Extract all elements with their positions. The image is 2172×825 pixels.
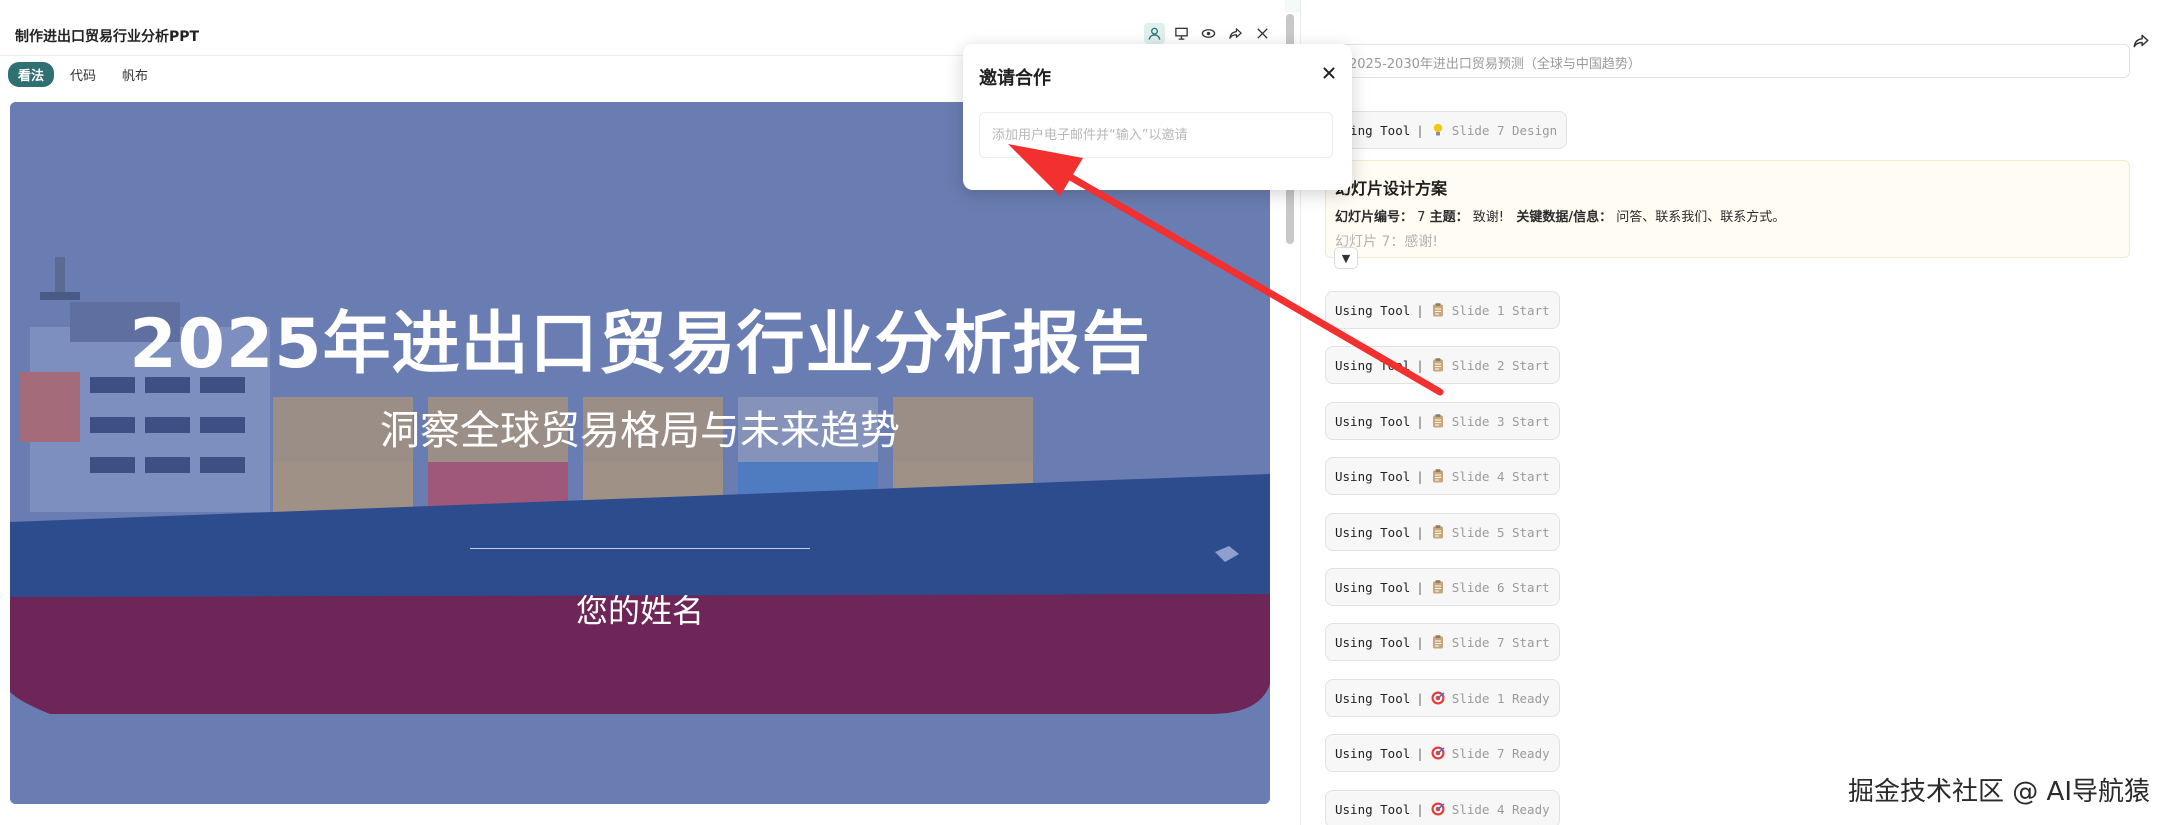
clipboard-icon xyxy=(1432,358,1443,372)
chip-using-label: Using Tool xyxy=(1335,745,1411,761)
chat-panel: 2025-2030年进出口贸易预测（全球与中国趋势） Using Tool | … xyxy=(1301,0,2172,825)
collaborator-icon[interactable] xyxy=(1144,23,1165,44)
clipboard-icon xyxy=(1432,525,1443,539)
clipboard-icon xyxy=(1432,469,1443,483)
tool-call-chip[interactable]: Using Tool | Slide 7 Design xyxy=(1325,111,1568,149)
header-toolbar xyxy=(1144,23,1273,44)
slide-design-card: 幻灯片设计方案 幻灯片编号： 7 主题： 致谢! 关键数据/信息： 问答、联系我… xyxy=(1325,160,2130,269)
chip-separator: | xyxy=(1416,413,1424,429)
tool-call-chip[interactable]: Using Tool | Slide 4 Ready xyxy=(1325,790,1560,825)
chip-using-label: Using Tool xyxy=(1335,801,1411,817)
tool-call-chip[interactable]: Using Tool | Slide 5 Start xyxy=(1325,513,1560,551)
chip-label: Slide 6 Start xyxy=(1451,579,1550,595)
topic-value: 致谢! xyxy=(1472,210,1504,225)
chip-label: Slide 3 Start xyxy=(1451,413,1550,429)
chip-label: Slide 4 Start xyxy=(1451,468,1550,484)
chip-separator: | xyxy=(1416,357,1424,373)
chip-separator: | xyxy=(1416,468,1424,484)
tool-call-chip[interactable]: Using Tool | Slide 1 Ready xyxy=(1325,679,1560,717)
tab-code[interactable]: 代码 xyxy=(60,62,106,87)
slide-number-key: 幻灯片编号： xyxy=(1335,210,1414,225)
chip-separator: | xyxy=(1416,579,1424,595)
close-icon[interactable] xyxy=(1252,23,1273,44)
design-card-details: 幻灯片编号： 7 主题： 致谢! 关键数据/信息： 问答、联系我们、联系方式。 xyxy=(1335,206,1785,225)
target-icon xyxy=(1431,746,1445,760)
chip-label: Slide 5 Start xyxy=(1451,524,1550,540)
tab-canvas[interactable]: 帆布 xyxy=(112,62,158,87)
invite-dialog-title: 邀请合作 xyxy=(979,68,1051,89)
expand-button[interactable]: ▼ xyxy=(1334,247,1358,269)
clipboard-icon xyxy=(1432,414,1443,428)
chip-using-label: Using Tool xyxy=(1335,302,1411,318)
chip-separator: | xyxy=(1416,122,1424,138)
slide-preview: 2025年进出口贸易行业分析报告 洞察全球贸易格局与未来趋势 您的姓名 xyxy=(10,102,1270,804)
chip-separator: | xyxy=(1416,524,1424,540)
invite-email-input[interactable] xyxy=(979,112,1333,158)
watermark: 掘金技术社区 @ AI导航猿 xyxy=(1848,777,2150,807)
chip-using-label: Using Tool xyxy=(1335,413,1411,429)
target-icon xyxy=(1431,691,1445,705)
document-title: 制作进出口贸易行业分析PPT xyxy=(15,29,200,45)
tool-call-chip[interactable]: Using Tool | Slide 7 Start xyxy=(1325,623,1560,661)
chip-label: Slide 4 Ready xyxy=(1451,801,1550,817)
tool-call-chip[interactable]: Using Tool | Slide 2 Start xyxy=(1325,346,1560,384)
slide-author: 您的姓名 xyxy=(575,592,704,630)
chip-label: Slide 1 Start xyxy=(1451,302,1550,318)
chip-separator: | xyxy=(1416,302,1424,318)
chip-using-label: Using Tool xyxy=(1335,524,1411,540)
slide-title: 2025年进出口贸易行业分析报告 xyxy=(129,305,1151,384)
chip-using-label: Using Tool xyxy=(1335,579,1411,595)
key-data-value: 问答、联系我们、联系方式。 xyxy=(1616,210,1786,225)
lightbulb-icon xyxy=(1433,123,1442,136)
share-icon[interactable] xyxy=(2132,32,2150,50)
chip-separator: | xyxy=(1416,801,1424,817)
tool-call-chip[interactable]: Using Tool | Slide 4 Start xyxy=(1325,457,1560,495)
chip-using-label: Using Tool xyxy=(1335,468,1411,484)
key-data-key: 关键数据/信息： xyxy=(1516,210,1613,225)
slide-number-value: 7 xyxy=(1417,210,1426,225)
clipboard-icon xyxy=(1432,303,1443,317)
invite-collaboration-dialog: 邀请合作 xyxy=(963,44,1352,190)
slide-divider xyxy=(470,548,810,549)
chip-label: Slide 7 Start xyxy=(1451,634,1550,650)
tool-call-chip[interactable]: Using Tool | Slide 1 Start xyxy=(1325,291,1560,329)
present-icon[interactable] xyxy=(1171,23,1192,44)
chip-label: Slide 7 Ready xyxy=(1451,745,1550,761)
clipboard-icon xyxy=(1432,635,1443,649)
chip-label: Slide 7 Design xyxy=(1451,122,1558,138)
chip-separator: | xyxy=(1416,634,1424,650)
tool-call-chip[interactable]: Using Tool | Slide 7 Ready xyxy=(1325,734,1560,772)
topic-key: 主题： xyxy=(1429,210,1469,225)
view-tabs: 看法 代码 帆布 xyxy=(8,62,158,87)
chip-label: Slide 2 Start xyxy=(1451,357,1550,373)
target-icon xyxy=(1431,802,1445,816)
chip-using-label: Using Tool xyxy=(1335,634,1411,650)
preview-icon[interactable] xyxy=(1198,23,1219,44)
tab-view[interactable]: 看法 xyxy=(8,62,55,87)
chip-separator: | xyxy=(1416,745,1424,761)
chip-label: Slide 1 Ready xyxy=(1451,690,1550,706)
clipboard-icon xyxy=(1432,580,1443,594)
close-icon[interactable] xyxy=(1320,64,1338,82)
chip-using-label: Using Tool xyxy=(1335,690,1411,706)
tool-call-chip[interactable]: Using Tool | Slide 6 Start xyxy=(1325,568,1560,606)
tool-call-chip[interactable]: Using Tool | Slide 3 Start xyxy=(1325,402,1560,440)
chip-using-label: Using Tool xyxy=(1335,357,1411,373)
chip-separator: | xyxy=(1416,690,1424,706)
share-icon[interactable] xyxy=(1225,23,1246,44)
slide-subtitle: 洞察全球贸易格局与未来趋势 xyxy=(380,408,900,454)
user-prompt-message: 2025-2030年进出口贸易预测（全球与中国趋势） xyxy=(1338,44,2130,78)
